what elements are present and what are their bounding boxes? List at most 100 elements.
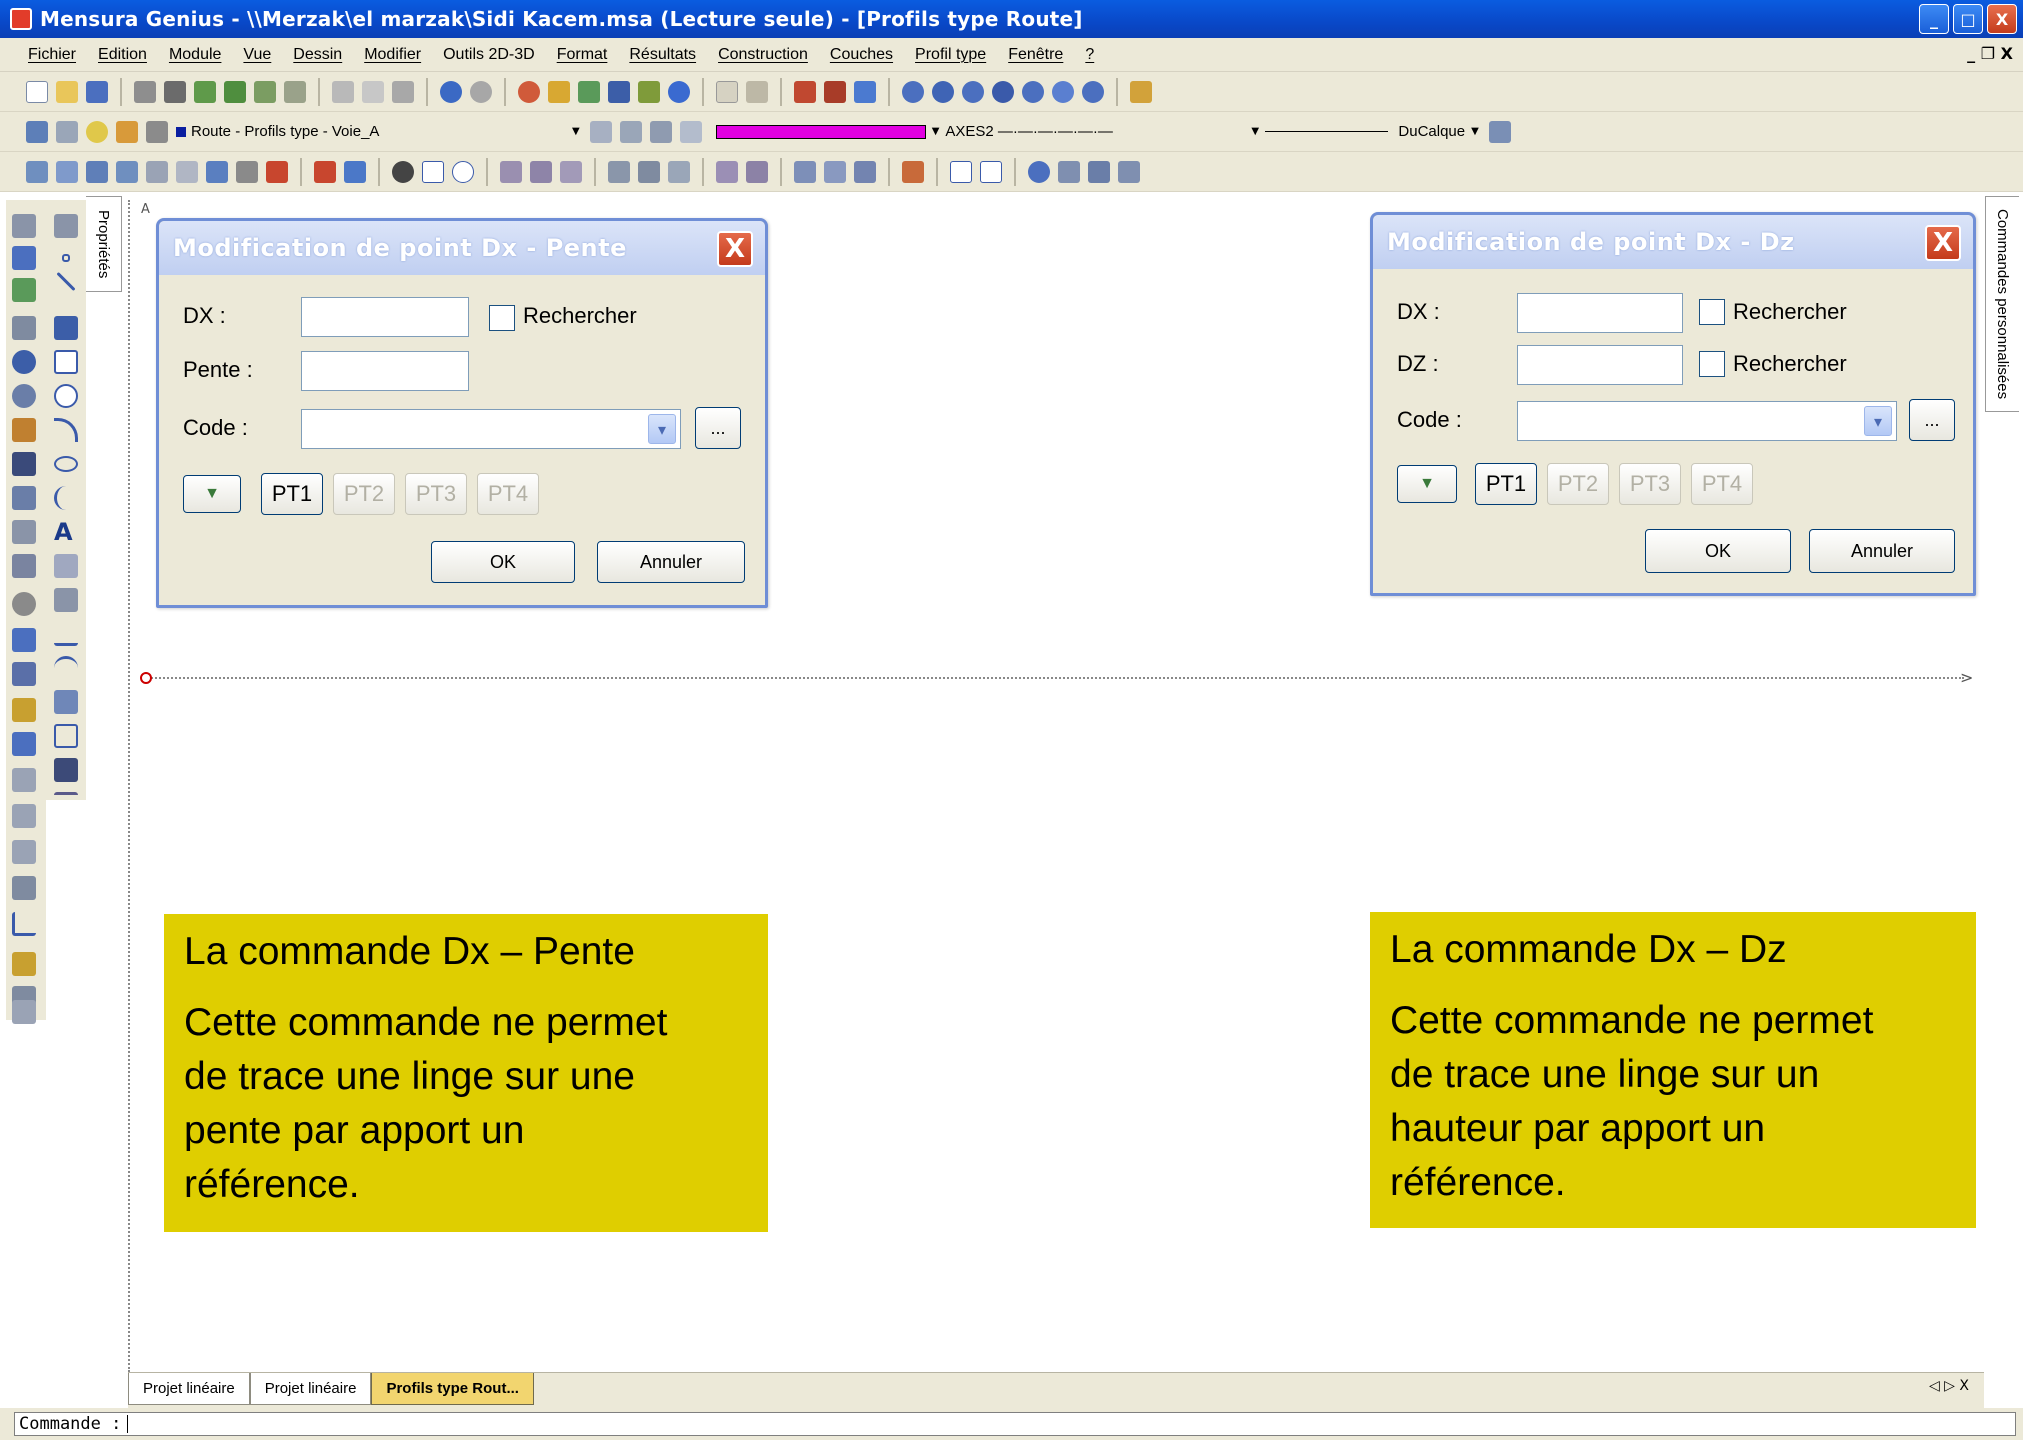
freeze-icon[interactable] — [116, 120, 138, 143]
code-select[interactable]: ▾ — [301, 409, 681, 449]
rechercher-label[interactable]: Rechercher — [523, 303, 637, 329]
layer-a-icon[interactable] — [794, 160, 816, 183]
pt3-button[interactable]: PT3 — [405, 473, 467, 515]
lineweight-select[interactable]: DuCalque — [1265, 119, 1465, 145]
menu-edition[interactable]: Edition — [98, 46, 147, 64]
zoom-in-icon[interactable] — [992, 80, 1014, 103]
section-1-icon[interactable] — [500, 160, 522, 183]
linetype-select[interactable]: AXES2 —·—·—·—·—·— — [945, 119, 1245, 145]
minimize-button[interactable]: _ — [1919, 4, 1949, 34]
properties-icon[interactable] — [1488, 120, 1511, 143]
section-2-icon[interactable] — [530, 160, 552, 183]
slope-ratio-icon[interactable] — [116, 160, 138, 183]
export-icon[interactable] — [224, 80, 246, 103]
scale-icon[interactable] — [12, 486, 36, 510]
chart-icon[interactable] — [950, 160, 972, 183]
lasso-icon[interactable] — [12, 350, 36, 374]
alt-text-icon[interactable] — [12, 1000, 36, 1024]
bulb-icon[interactable] — [86, 120, 108, 143]
close-window-button[interactable]: X — [1987, 4, 2017, 34]
delete-icon[interactable] — [12, 452, 36, 476]
table-grid-icon[interactable] — [54, 792, 78, 816]
template-2-icon[interactable] — [638, 160, 660, 183]
new-file-icon[interactable] — [26, 80, 48, 103]
pente-input[interactable] — [301, 351, 469, 391]
layer-dropdown-icon[interactable]: ▼ — [572, 126, 580, 137]
template-1-icon[interactable] — [608, 160, 630, 183]
code-browse-button[interactable]: ... — [1909, 399, 1955, 441]
layer-stack-icon[interactable] — [56, 120, 78, 143]
expand-button[interactable]: ▼ — [183, 475, 241, 513]
dx-dz-icon[interactable] — [26, 160, 48, 183]
scissors-icon[interactable] — [12, 876, 36, 900]
pt1-button[interactable]: PT1 — [261, 473, 323, 515]
measure-icon[interactable] — [1130, 80, 1152, 103]
code-select[interactable]: ▾ — [1517, 401, 1897, 441]
ellipse-icon[interactable] — [54, 456, 78, 472]
tab-projet-lineaire-1[interactable]: Projet linéaire — [128, 1373, 250, 1405]
menu-module[interactable]: Module — [169, 46, 221, 64]
cancel-button[interactable]: Annuler — [597, 541, 745, 583]
explode-icon[interactable] — [12, 952, 36, 976]
record-icon[interactable] — [392, 160, 414, 183]
scale-3-icon[interactable] — [1118, 160, 1140, 183]
edit-line-icon[interactable] — [12, 698, 36, 722]
dz-input[interactable] — [1517, 345, 1683, 385]
paste-icon[interactable] — [392, 80, 414, 103]
layers-state-icon[interactable] — [824, 80, 846, 103]
ok-button[interactable]: OK — [1645, 529, 1791, 573]
menu-outils-2d-3d[interactable]: Outils 2D-3D — [443, 46, 535, 64]
multiline-text-icon[interactable] — [54, 554, 78, 578]
redo-icon[interactable] — [470, 80, 492, 103]
origin-point-icon[interactable] — [140, 672, 152, 684]
pointer-icon[interactable] — [548, 80, 570, 103]
menu-couches[interactable]: Couches — [830, 46, 893, 64]
preview-icon[interactable] — [164, 80, 186, 103]
dialog-dx-dz-close-button[interactable]: X — [1925, 225, 1961, 261]
multi-draw-icon[interactable] — [12, 214, 36, 238]
maximize-button[interactable]: □ — [1953, 4, 1983, 34]
settings-icon[interactable] — [1028, 160, 1050, 183]
ok-button[interactable]: OK — [431, 541, 575, 583]
properties-tab[interactable]: Propriétés — [86, 196, 122, 292]
cancel-button[interactable]: Annuler — [1809, 529, 1955, 573]
cut-icon[interactable] — [332, 80, 354, 103]
layer-match-icon[interactable] — [619, 120, 642, 143]
snap-icon[interactable] — [146, 160, 168, 183]
extend-icon[interactable] — [12, 768, 36, 792]
pt3-button[interactable]: PT3 — [1619, 463, 1681, 505]
line-draw-icon[interactable] — [56, 271, 76, 292]
pt4-button[interactable]: PT4 — [1691, 463, 1753, 505]
pt4-button[interactable]: PT4 — [477, 473, 539, 515]
layer-c-icon[interactable] — [854, 160, 876, 183]
pan-icon[interactable] — [854, 80, 876, 103]
mode-3d-icon[interactable] — [746, 80, 768, 103]
menu-help[interactable]: ? — [1085, 46, 1094, 64]
layout-icon[interactable] — [254, 80, 276, 103]
select-box-icon[interactable] — [12, 316, 36, 340]
layer-iso-icon[interactable] — [649, 120, 672, 143]
layers-icon[interactable] — [794, 80, 816, 103]
dialog-dx-pente-close-button[interactable]: X — [717, 231, 753, 267]
menu-profil-type[interactable]: Profil type — [915, 46, 986, 64]
rotate-icon[interactable] — [12, 384, 36, 408]
arc-dim-icon[interactable] — [54, 656, 78, 680]
dimension-icon[interactable] — [54, 588, 78, 612]
dx-input[interactable] — [1517, 293, 1683, 333]
vertex-icon[interactable] — [422, 160, 444, 183]
array-icon[interactable] — [12, 662, 36, 686]
menu-fichier[interactable]: Fichier — [28, 46, 76, 64]
menu-fenetre[interactable]: Fenêtre — [1008, 46, 1063, 64]
dx-percent-icon[interactable] — [56, 160, 78, 183]
linear-dim-icon[interactable] — [54, 622, 78, 646]
menu-format[interactable]: Format — [557, 46, 608, 64]
tab-projet-lineaire-2[interactable]: Projet linéaire — [249, 1373, 372, 1405]
scale-1-icon[interactable] — [1058, 160, 1080, 183]
rechercher-checkbox[interactable] — [489, 305, 515, 331]
import-icon[interactable] — [194, 80, 216, 103]
section-3-icon[interactable] — [560, 160, 582, 183]
layer-walk-icon[interactable] — [679, 120, 702, 143]
edit-profile-icon[interactable] — [902, 160, 924, 183]
layer-manager-icon[interactable] — [26, 120, 48, 143]
rechercher-dz-checkbox[interactable] — [1699, 351, 1725, 377]
